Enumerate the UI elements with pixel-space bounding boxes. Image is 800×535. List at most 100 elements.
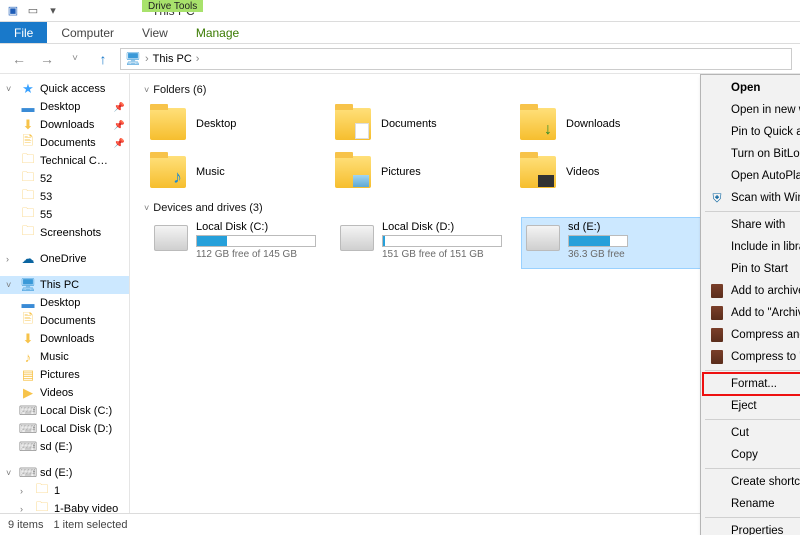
pictures-icon: ▤ xyxy=(20,367,36,383)
forward-button[interactable]: → xyxy=(36,48,58,70)
sidebar-technical[interactable]: 🗀Technical Contents xyxy=(0,152,129,170)
menu-open[interactable]: Open xyxy=(703,77,800,99)
tp-locald[interactable]: ⌨Local Disk (D:) xyxy=(0,420,129,438)
tp-videos[interactable]: ▶Videos xyxy=(0,384,129,402)
sidebar-documents[interactable]: 🖹Documents📌 xyxy=(0,134,129,152)
chevron-right-icon: › xyxy=(145,53,149,65)
status-item-count: 9 items xyxy=(8,519,43,531)
shield-icon: ⛨ xyxy=(709,190,725,206)
tab-computer[interactable]: Computer xyxy=(47,22,128,43)
menu-properties[interactable]: Properties xyxy=(703,520,800,535)
status-selection: 1 item selected xyxy=(53,519,127,531)
folder-desktop[interactable]: Desktop xyxy=(150,100,335,148)
recent-dropdown[interactable]: ˅ xyxy=(64,48,86,70)
archive-icon xyxy=(709,283,725,299)
menu-add-archive[interactable]: Add to archive... xyxy=(703,280,800,302)
sidebar-desktop[interactable]: ▬Desktop📌 xyxy=(0,98,129,116)
tp-localc[interactable]: ⌨Local Disk (C:) xyxy=(0,402,129,420)
menu-create-shortcut[interactable]: Create shortcut xyxy=(703,471,800,493)
sidebar-52[interactable]: 🗀52 xyxy=(0,170,129,188)
documents-icon: 🖹 xyxy=(20,313,36,329)
address-bar-row: ← → ˅ ↑ 🖥 › This PC › xyxy=(0,44,800,74)
window-title: This PC xyxy=(146,4,800,18)
menu-pin-quick-access[interactable]: Pin to Quick access xyxy=(703,121,800,143)
menu-cut[interactable]: Cut xyxy=(703,422,800,444)
separator xyxy=(705,517,800,518)
folder-music[interactable]: Music xyxy=(150,148,335,196)
drive-icon: ⌨ xyxy=(20,465,36,481)
tab-file[interactable]: File xyxy=(0,22,47,43)
folder-icon: 🗀 xyxy=(20,189,36,205)
tp-desktop[interactable]: ▬Desktop xyxy=(0,294,129,312)
drive-icon: ⌨ xyxy=(20,403,36,419)
tp-pictures[interactable]: ▤Pictures xyxy=(0,366,129,384)
separator xyxy=(705,419,800,420)
documents-icon: 🖹 xyxy=(20,135,36,151)
folder-videos[interactable]: Videos xyxy=(520,148,705,196)
videos-icon: ▶ xyxy=(20,385,36,401)
tp-downloads[interactable]: ⬇Downloads xyxy=(0,330,129,348)
context-menu: Open Open in new window Pin to Quick acc… xyxy=(700,74,800,535)
folder-icon xyxy=(150,108,186,140)
folder-icon xyxy=(520,156,556,188)
tp-music[interactable]: ♪Music xyxy=(0,348,129,366)
folder-downloads[interactable]: Downloads xyxy=(520,100,705,148)
separator xyxy=(705,468,800,469)
up-button[interactable]: ↑ xyxy=(92,48,114,70)
qat-properties-icon[interactable]: ▭ xyxy=(24,2,42,20)
menu-bitlocker[interactable]: Turn on BitLocker xyxy=(703,143,800,165)
app-icon[interactable]: ▣ xyxy=(4,2,22,20)
folder-icon: 🗀 xyxy=(20,207,36,223)
folder-icon xyxy=(520,108,556,140)
menu-compress-email[interactable]: Compress and email... xyxy=(703,324,800,346)
quick-access-root[interactable]: ˅★Quick access xyxy=(0,80,129,98)
menu-compress-rar-email[interactable]: Compress to "Archive.rar" and email xyxy=(703,346,800,368)
breadcrumb-root[interactable]: This PC xyxy=(153,53,192,65)
sidebar-downloads[interactable]: ⬇Downloads📌 xyxy=(0,116,129,134)
tab-manage[interactable]: Manage xyxy=(182,22,253,43)
menu-pin-start[interactable]: Pin to Start xyxy=(703,258,800,280)
sidebar-53[interactable]: 🗀53 xyxy=(0,188,129,206)
sidebar-55[interactable]: 🗀55 xyxy=(0,206,129,224)
drive-c[interactable]: Local Disk (C:)112 GB free of 145 GB xyxy=(150,218,336,268)
menu-format[interactable]: Format... xyxy=(703,373,800,395)
menu-defender[interactable]: ⛨Scan with Windows Defender... xyxy=(703,187,800,209)
menu-share-with[interactable]: Share with▸ xyxy=(703,214,800,236)
onedrive-root[interactable]: ›☁OneDrive xyxy=(0,250,129,268)
star-icon: ★ xyxy=(20,81,36,97)
drive-sd[interactable]: sd (E:)36.3 GB free xyxy=(522,218,708,268)
this-pc-root[interactable]: ˅🖥This PC xyxy=(0,276,129,294)
tp-documents[interactable]: 🖹Documents xyxy=(0,312,129,330)
archive-icon xyxy=(709,349,725,365)
archive-icon xyxy=(709,305,725,321)
folder-documents[interactable]: Documents xyxy=(335,100,520,148)
menu-copy[interactable]: Copy xyxy=(703,444,800,466)
menu-rename[interactable]: Rename xyxy=(703,493,800,515)
folder-icon: 🗀 xyxy=(20,171,36,187)
menu-open-new-window[interactable]: Open in new window xyxy=(703,99,800,121)
menu-autoplay[interactable]: Open AutoPlay... xyxy=(703,165,800,187)
menu-eject[interactable]: Eject xyxy=(703,395,800,417)
folder-icon xyxy=(335,108,371,140)
status-bar: 9 items 1 item selected wsxdn.com xyxy=(0,513,800,535)
downloads-icon: ⬇ xyxy=(20,331,36,347)
tp-sd[interactable]: ⌨sd (E:) xyxy=(0,438,129,456)
chevron-down-icon: ˅ xyxy=(144,203,149,213)
breadcrumb[interactable]: 🖥 › This PC › xyxy=(120,48,792,70)
back-button[interactable]: ← xyxy=(8,48,30,70)
desktop-icon: ▬ xyxy=(20,295,36,311)
nav-pane: ˅★Quick access ▬Desktop📌 ⬇Downloads📌 🖹Do… xyxy=(0,74,130,535)
this-pc-icon: 🖥 xyxy=(125,51,141,67)
desktop-icon: ▬ xyxy=(20,99,36,115)
sidebar-screenshots[interactable]: 🗀Screenshots xyxy=(0,224,129,242)
drive-d[interactable]: Local Disk (D:)151 GB free of 151 GB xyxy=(336,218,522,268)
qat-dropdown-icon[interactable]: ▾ xyxy=(44,2,62,20)
sd-root[interactable]: ˅⌨sd (E:) xyxy=(0,464,129,482)
folder-pictures[interactable]: Pictures xyxy=(335,148,520,196)
folder-icon: 🗀 xyxy=(34,483,50,499)
sd-1[interactable]: ›🗀1 xyxy=(0,482,129,500)
folder-icon xyxy=(335,156,371,188)
menu-include-library[interactable]: Include in library▸ xyxy=(703,236,800,258)
menu-add-rar[interactable]: Add to "Archive.rar" xyxy=(703,302,800,324)
tab-view[interactable]: View xyxy=(128,22,182,43)
